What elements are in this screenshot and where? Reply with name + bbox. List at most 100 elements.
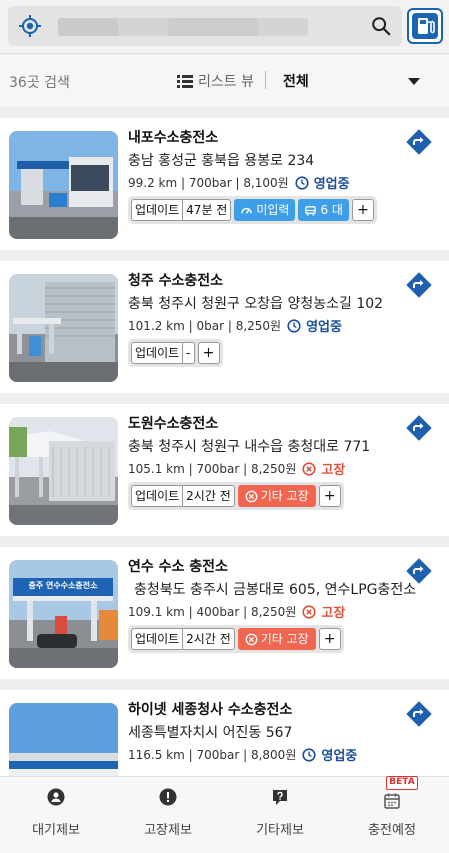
nav-fault-report[interactable]: 고장제보: [112, 777, 224, 853]
update-time: -: [182, 343, 193, 363]
update-label: 업데이트: [135, 489, 180, 503]
fault-label: 기타 고장: [260, 632, 309, 646]
station-photo: [9, 417, 118, 525]
gauge-icon: [241, 207, 253, 214]
nav-wait-report[interactable]: 대기제보: [0, 777, 112, 853]
station-card[interactable]: 충주 연수수소충전소 연수 수소 충전소 충청북도 충주시 금봉대로 605, …: [0, 547, 449, 679]
list-view-label: 리스트 뷰: [198, 74, 254, 90]
directions-icon[interactable]: [405, 557, 433, 585]
clock-icon: [287, 318, 301, 333]
fault-pill[interactable]: 기타 고장: [237, 628, 316, 650]
car-icon: [305, 205, 317, 216]
station-meta-text: 105.1 km | 700bar | 8,250원: [128, 462, 297, 476]
fuel-pump-icon: [418, 18, 435, 34]
chevron-down-icon[interactable]: [408, 78, 420, 85]
waiting-pill[interactable]: 6 대: [298, 199, 349, 221]
my-location-icon[interactable]: [18, 14, 42, 38]
result-count: 36곳 검색: [9, 75, 70, 91]
station-name[interactable]: 연수 수소 충전소: [128, 556, 228, 576]
clock-icon: [302, 747, 316, 762]
status-pills: 업데이트 - +: [128, 339, 223, 367]
status-label: 영업중: [313, 177, 350, 192]
directions-icon[interactable]: [405, 128, 433, 156]
error-circle-icon: [245, 490, 258, 502]
clock-icon: [295, 175, 309, 190]
status-pills: 업데이트 47분 전 미입력 6 대 +: [128, 196, 377, 224]
status-label: 고장: [321, 463, 346, 478]
station-photo: [9, 703, 118, 776]
update-label: 업데이트: [135, 346, 180, 360]
station-name[interactable]: 도원수소충전소: [128, 413, 218, 433]
person-icon: [47, 788, 65, 806]
update-label: 업데이트: [135, 203, 180, 217]
station-photo: 충주 연수수소충전소: [9, 560, 118, 668]
status-label: 영업중: [306, 320, 342, 335]
filter-bar: 36곳 검색 리스트 뷰 전체: [0, 55, 449, 107]
station-card[interactable]: 내포수소충전소 충남 홍성군 홍북읍 용봉로 234 99.2 km | 700…: [0, 118, 449, 250]
filter-select-value[interactable]: 전체: [283, 71, 309, 91]
update-info: 업데이트 2시간 전: [131, 485, 235, 507]
station-photo: [9, 131, 118, 239]
update-info: 업데이트 2시간 전: [131, 628, 235, 650]
station-meta-text: 99.2 km | 700bar | 8,100원: [128, 176, 289, 190]
station-meta: 116.5 km | 700bar | 8,800원 영업중: [128, 745, 357, 764]
station-card[interactable]: 도원수소충전소 충북 청주시 청원구 내수읍 충청대로 771 105.1 km…: [0, 404, 449, 536]
nav-other-report[interactable]: 기타제보: [224, 777, 336, 853]
search-icon[interactable]: [370, 15, 392, 37]
update-time: 2시간 전: [182, 629, 234, 649]
station-name[interactable]: 청주 수소충전소: [128, 270, 223, 290]
search-bar[interactable]: [8, 6, 402, 46]
station-meta-text: 101.2 km | 0bar | 8,250원: [128, 319, 282, 333]
nav-label: 충전예정: [368, 823, 416, 838]
list-view-toggle[interactable]: 리스트 뷰: [177, 71, 254, 91]
fuel-station-button[interactable]: [407, 8, 443, 44]
question-icon: [273, 790, 287, 805]
list-icon: [177, 74, 193, 88]
nav-label: 고장제보: [144, 823, 192, 838]
status-label: 고장: [321, 606, 346, 621]
divider: [265, 71, 266, 89]
station-meta-text: 109.1 km | 400bar | 8,250원: [128, 605, 297, 619]
add-report-button[interactable]: +: [351, 199, 374, 221]
bottom-nav: 대기제보 고장제보 기타제보 충전예정: [0, 776, 449, 853]
add-report-button[interactable]: +: [318, 628, 341, 650]
station-card[interactable]: 하이넷 세종청사 수소충전소 세종특별자치시 어진동 567 116.5 km …: [0, 690, 449, 776]
station-address: 세종특별자치시 어진동 567: [128, 725, 293, 741]
station-photo: [9, 274, 118, 382]
waiting-label: 6 대: [320, 203, 343, 217]
update-time: 47분 전: [182, 200, 230, 220]
error-circle-icon: [302, 604, 316, 619]
status-pills: 업데이트 2시간 전 기타 고장 +: [128, 482, 344, 510]
station-address: 충청북도 충주시 금봉대로 605, 연수LPG충전소: [134, 582, 417, 598]
photo-sign-text: 충주 연수수소충전소: [28, 581, 98, 590]
nav-label: 기타제보: [256, 823, 304, 838]
calendar-icon: [384, 793, 400, 809]
status-pills: 업데이트 2시간 전 기타 고장 +: [128, 625, 344, 653]
station-card[interactable]: 청주 수소충전소 충북 청주시 청원구 오창읍 양청농소길 102 101.2 …: [0, 261, 449, 393]
station-meta: 109.1 km | 400bar | 8,250원 고장: [128, 602, 345, 621]
add-report-button[interactable]: +: [318, 485, 341, 507]
station-name[interactable]: 내포수소충전소: [128, 127, 218, 147]
directions-icon[interactable]: [405, 271, 433, 299]
station-meta-text: 116.5 km | 700bar | 8,800원: [128, 748, 297, 762]
directions-icon[interactable]: [405, 414, 433, 442]
top-bar: [0, 0, 449, 54]
pressure-label: 미입력: [256, 203, 290, 217]
pressure-pill[interactable]: 미입력: [234, 199, 296, 221]
beta-badge: BETA: [386, 776, 418, 790]
station-address: 충북 청주시 청원구 내수읍 충청대로 771: [128, 439, 371, 455]
fault-label: 기타 고장: [260, 489, 309, 503]
error-circle-icon: [245, 633, 258, 645]
search-input[interactable]: [58, 18, 308, 36]
fault-pill[interactable]: 기타 고장: [237, 485, 316, 507]
station-meta: 105.1 km | 700bar | 8,250원 고장: [128, 459, 345, 478]
add-report-button[interactable]: +: [197, 342, 220, 364]
update-time: 2시간 전: [182, 486, 234, 506]
station-address: 충남 홍성군 홍북읍 용봉로 234: [128, 153, 315, 169]
alert-icon: [159, 788, 177, 806]
station-name[interactable]: 하이넷 세종청사 수소충전소: [128, 699, 292, 719]
update-info: 업데이트 47분 전: [131, 199, 232, 221]
update-info: 업데이트 -: [131, 342, 195, 364]
station-meta: 99.2 km | 700bar | 8,100원 영업중: [128, 173, 350, 192]
directions-icon[interactable]: [405, 700, 433, 728]
